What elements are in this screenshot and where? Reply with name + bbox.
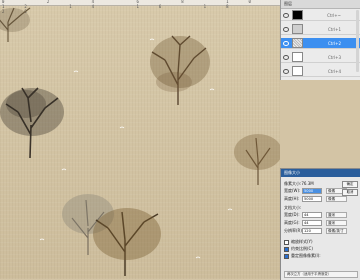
dialog-title: 图像大小 [281, 169, 360, 177]
visibility-eye-icon[interactable] [283, 26, 289, 32]
doc-width-unit-select[interactable]: 厘米 [326, 212, 347, 218]
visibility-eye-icon[interactable] [283, 54, 289, 60]
layer-row-4[interactable]: Ctrl+4 [281, 66, 360, 77]
layer-row-3[interactable]: Ctrl+3 [281, 52, 360, 63]
visibility-eye-icon[interactable] [283, 40, 289, 46]
checkbox-box[interactable] [284, 246, 289, 252]
constrain-label: 约束比例(C) [291, 246, 313, 251]
pixel-height-input[interactable]: 5000 [302, 196, 322, 202]
layer-row-0[interactable]: Ctrl+~ [281, 10, 360, 21]
pixel-width-input[interactable]: 5000 [302, 188, 322, 194]
layers-list: Ctrl+~ Ctrl+1 Ctrl+2 Ctrl+3 Ctrl+4 [281, 10, 360, 80]
visibility-eye-icon[interactable] [283, 68, 289, 74]
doc-height-unit-select[interactable]: 厘米 [326, 220, 347, 226]
layer-thumbnail [292, 66, 303, 76]
doc-height-row: 高度(G): 44 厘米 [284, 220, 359, 226]
scale-styles-label: 缩放样式(Y) [291, 239, 313, 244]
scale-styles-checkbox[interactable]: 缩放样式(Y) [284, 239, 313, 245]
pixel-height-row: 高度(H): 5000 像素 [284, 196, 359, 202]
doc-width-input[interactable]: 44 [302, 212, 322, 218]
checkbox-box[interactable] [284, 239, 289, 245]
resolution-unit-select[interactable]: 像素/英寸 [326, 228, 347, 234]
constrain-proportions-checkbox[interactable]: 约束比例(C) [284, 246, 313, 252]
document-size-label: 文档大小: [284, 205, 302, 210]
resolution-row: 分辨率(R): 120 像素/英寸 [284, 228, 359, 234]
pixel-height-unit-select[interactable]: 像素 [326, 196, 347, 202]
layer-row-1[interactable]: Ctrl+1 [281, 24, 360, 35]
checkbox-box[interactable] [284, 253, 289, 259]
width-label: 宽度(W): [284, 188, 301, 193]
layers-scrollbar[interactable] [356, 10, 359, 72]
visibility-eye-icon[interactable] [283, 12, 289, 18]
layers-panel-header: 图层 [281, 0, 360, 9]
doc-width-row: 宽度(D): 44 厘米 [284, 212, 359, 218]
layer-shortcut: Ctrl+2 [327, 40, 341, 46]
layer-thumbnail [292, 10, 303, 20]
doc-width-label: 宽度(D): [284, 212, 300, 217]
layer-shortcut: Ctrl+4 [327, 68, 341, 74]
document-canvas[interactable]: 0 2 4 6 8 10 12 14 16 18 20 [0, 0, 280, 279]
layers-panel: 图层 Ctrl+~ Ctrl+1 Ctrl+2 Ctrl+3 Ctrl+4 [280, 0, 360, 80]
layer-shortcut: Ctrl+~ [327, 12, 341, 18]
height-label: 高度(H): [284, 196, 300, 201]
layer-thumbnail [292, 52, 303, 62]
pixel-dimensions-label: 像素大小:76.3M [284, 181, 314, 186]
layer-thumbnail [292, 24, 303, 34]
layer-shortcut: Ctrl+1 [327, 26, 341, 32]
layer-row-2-selected[interactable]: Ctrl+2 [281, 38, 360, 49]
doc-height-label: 高度(G): [284, 220, 300, 225]
resample-checkbox[interactable]: 重定图像像素(I): [284, 253, 321, 259]
layer-shortcut: Ctrl+3 [327, 54, 341, 60]
ok-button[interactable]: 确定 [342, 181, 358, 188]
cancel-button[interactable]: 取消 [342, 189, 358, 196]
resample-method-select[interactable]: 两次立方（适用于平滑渐变） [284, 271, 358, 278]
resample-label: 重定图像像素(I): [291, 253, 321, 258]
image-size-dialog: 图像大小 像素大小:76.3M 宽度(W): 5000 像素 高度(H): 50… [280, 168, 360, 280]
resolution-input[interactable]: 120 [302, 228, 322, 234]
layer-thumbnail [292, 38, 303, 48]
doc-height-input[interactable]: 44 [302, 220, 322, 226]
resolution-label: 分辨率(R): [284, 228, 304, 233]
tree-pattern-artwork [0, 7, 280, 276]
